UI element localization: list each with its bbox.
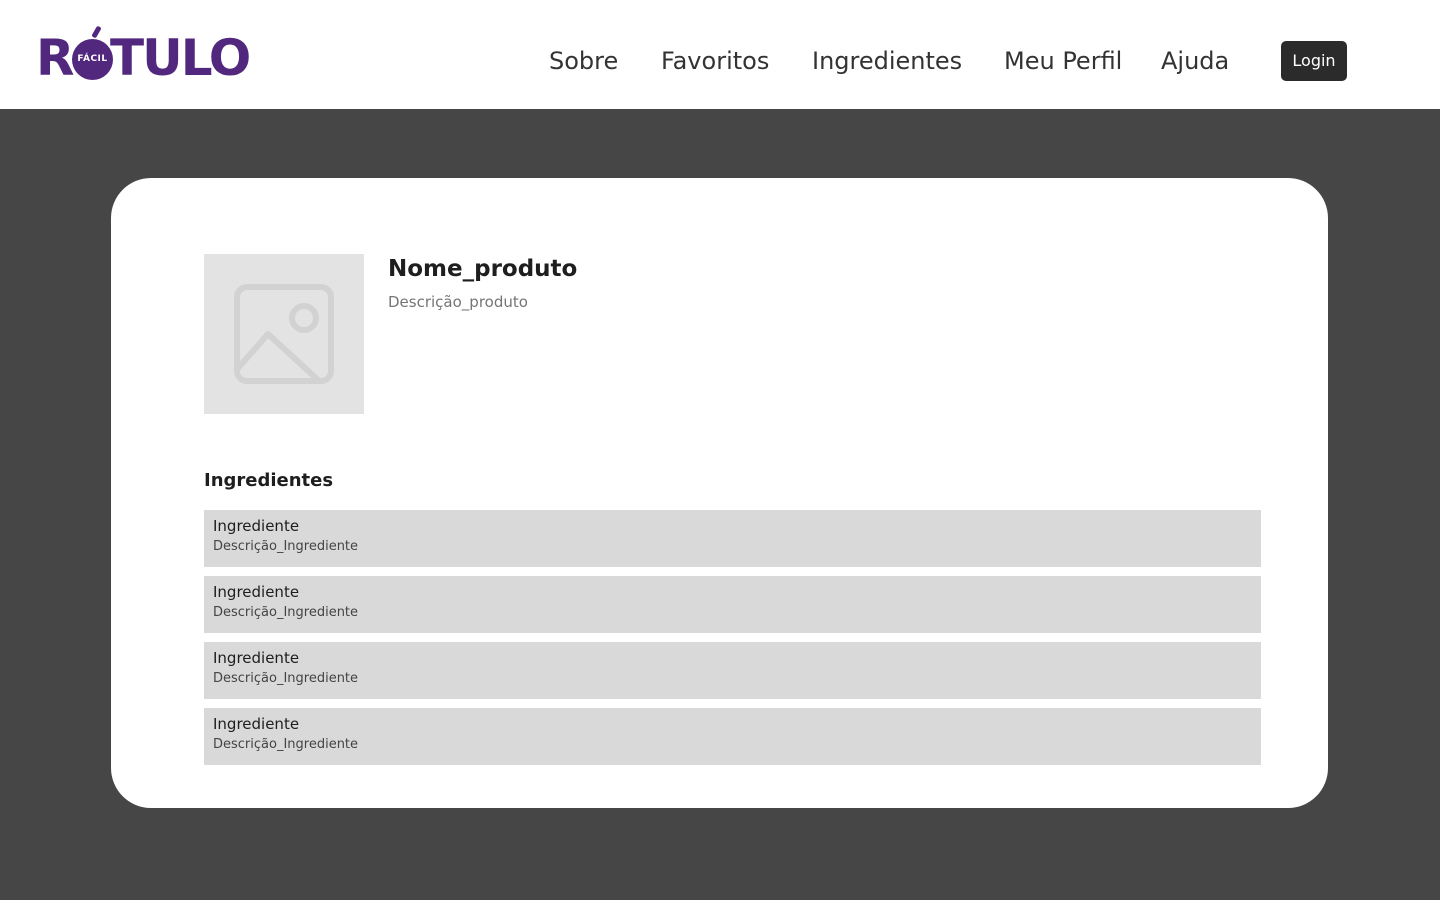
nav-link-ajuda[interactable]: Ajuda [1161, 44, 1229, 78]
ingredient-item[interactable]: Ingrediente Descrição_Ingrediente [204, 576, 1261, 633]
ingredient-name: Ingrediente [213, 715, 300, 733]
logo-letters-tulo: TULO [110, 29, 251, 87]
nav-link-ingredientes[interactable]: Ingredientes [812, 44, 962, 78]
ingredient-description: Descrição_Ingrediente [213, 605, 359, 620]
product-name: Nome_produto [388, 256, 578, 282]
product-description: Descrição_produto [388, 293, 528, 311]
nav-link-meu-perfil[interactable]: Meu Perfil [1004, 44, 1122, 78]
logo-circle-text: FÁCIL [77, 54, 108, 64]
ingredient-name: Ingrediente [213, 517, 300, 535]
image-placeholder-icon [234, 284, 334, 384]
logo-letter-r: R [36, 29, 74, 87]
logo-circle: FÁCIL [72, 39, 113, 80]
ingredient-name: Ingrediente [213, 649, 300, 667]
nav-link-sobre[interactable]: Sobre [549, 44, 618, 78]
ingredient-item[interactable]: Ingrediente Descrição_Ingrediente [204, 510, 1261, 567]
top-header: R FÁCIL TULO Sobre Favoritos Ingrediente… [0, 0, 1440, 109]
ingredients-title: Ingredientes [204, 470, 334, 491]
nav-link-favoritos[interactable]: Favoritos [661, 44, 769, 78]
logo[interactable]: R FÁCIL TULO [36, 22, 256, 87]
login-button[interactable]: Login [1281, 41, 1347, 81]
ingredient-description: Descrição_Ingrediente [213, 671, 359, 686]
logo-accent-mark [91, 25, 102, 39]
product-image [204, 254, 364, 414]
product-card: Nome_produto Descrição_produto Ingredien… [111, 178, 1328, 808]
ingredient-name: Ingrediente [213, 583, 300, 601]
ingredient-item[interactable]: Ingrediente Descrição_Ingrediente [204, 642, 1261, 699]
ingredient-description: Descrição_Ingrediente [213, 539, 359, 554]
ingredient-item[interactable]: Ingrediente Descrição_Ingrediente [204, 708, 1261, 765]
ingredients-list: Ingrediente Descrição_Ingrediente Ingred… [204, 510, 1261, 774]
ingredient-description: Descrição_Ingrediente [213, 737, 359, 752]
